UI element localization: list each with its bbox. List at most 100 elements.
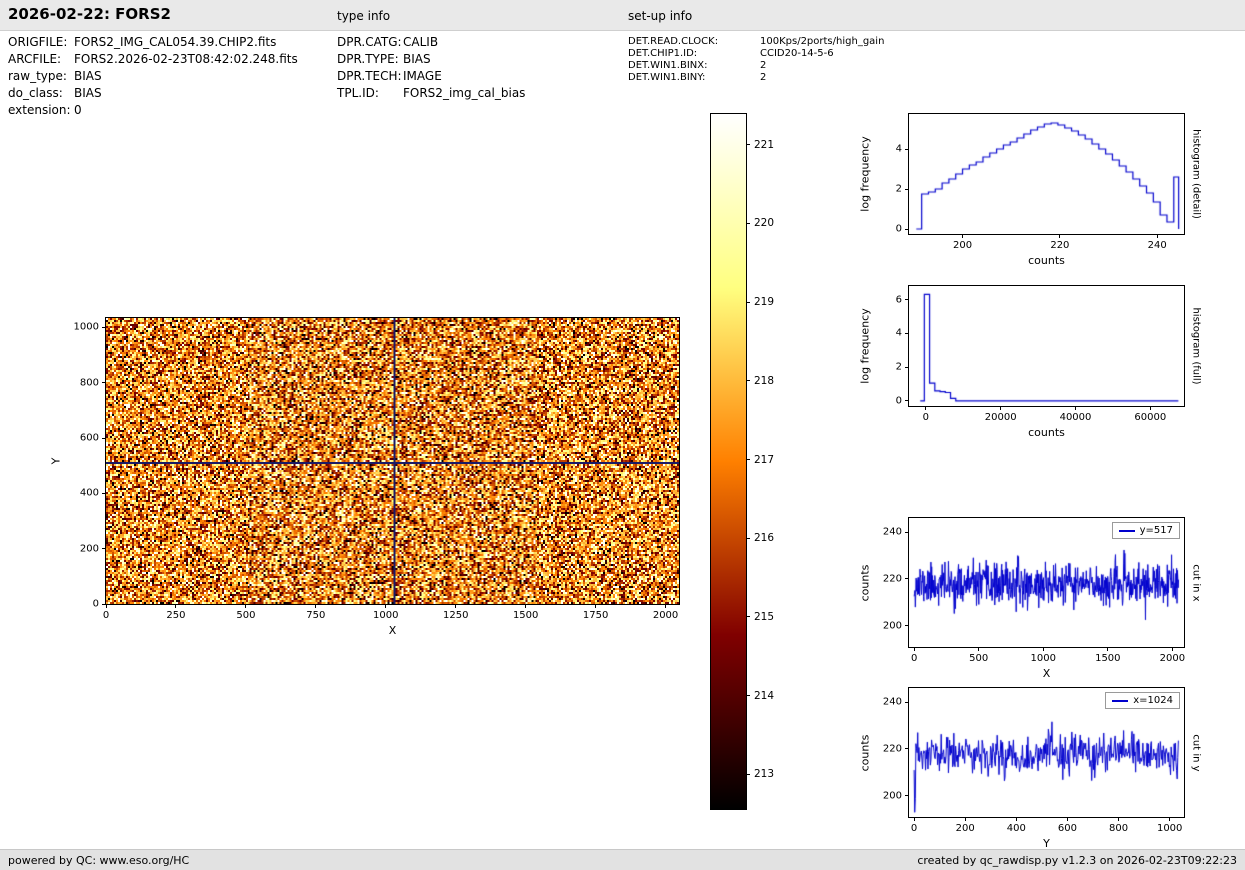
- meta-label: do_class:: [8, 86, 63, 100]
- meta-row: raw_type: BIAS: [8, 68, 298, 85]
- setup-info-column: DET.READ.CLOCK: 100Kps/2ports/high_gain …: [628, 36, 884, 84]
- meta-value: CCID20-14-5-6: [760, 48, 834, 59]
- colorbar-tick-mark: [746, 380, 750, 382]
- cut-in-x-y-axis-label: counts: [858, 564, 872, 601]
- chart-canvas: [909, 286, 1184, 406]
- meta-value: CALIB: [403, 35, 439, 49]
- x-tick-label: 220: [1050, 240, 1070, 251]
- meta-label: ARCFILE:: [8, 52, 62, 66]
- tick-mark: [1149, 406, 1151, 410]
- tick-mark: [905, 332, 909, 334]
- colorbar-tick-label: 219: [754, 296, 775, 309]
- bias-image-plot: X Y 0 250 500 750 1000 1250 1500 1750 2000 0 200 40…: [50, 317, 680, 637]
- tick-mark: [1169, 817, 1171, 821]
- chart-canvas: [909, 114, 1184, 234]
- tick-mark: [905, 578, 909, 580]
- x-tick-label: 40000: [1059, 412, 1092, 423]
- x-tick-label: 240: [1147, 240, 1167, 251]
- tick-mark: [1066, 817, 1068, 821]
- y-tick-label: 240: [882, 526, 902, 538]
- y-tick-label: 4: [895, 143, 902, 155]
- meta-label: extension:: [8, 103, 71, 117]
- legend: x=1024: [1105, 692, 1180, 709]
- meta-label: DET.READ.CLOCK:: [628, 36, 719, 47]
- histogram-detail-y-axis-label: log frequency: [858, 136, 872, 212]
- y-tick-label: 200: [882, 620, 902, 632]
- x-tick-label: 0: [102, 610, 110, 621]
- colorbar-tick-mark: [746, 222, 750, 224]
- x-tick-label: 1500: [1095, 653, 1121, 664]
- bias-image-x-axis-label: X: [388, 624, 397, 637]
- bias-image-y-axis-label: Y: [49, 457, 63, 465]
- meta-value: 2: [760, 72, 767, 83]
- histogram-full-side-label: histogram (full): [1190, 307, 1202, 385]
- meta-label: DPR.TYPE:: [337, 52, 399, 66]
- meta-label: raw_type:: [8, 69, 67, 83]
- tick-mark: [102, 326, 106, 328]
- tick-mark: [978, 647, 980, 651]
- meta-value: BIAS: [74, 86, 102, 100]
- histogram-full-plot: counts log frequency histogram (full) 0 2…: [859, 285, 1202, 439]
- x-tick-label: 400: [1006, 823, 1026, 834]
- tick-mark: [913, 647, 915, 651]
- tick-mark: [665, 604, 667, 608]
- meta-value: FORS2_img_cal_bias: [403, 86, 526, 100]
- x-tick-label: 1750: [582, 610, 609, 621]
- cut-in-x-x-axis-label: X: [1042, 667, 1051, 680]
- tick-mark: [1059, 234, 1061, 238]
- meta-label: DET.WIN1.BINY:: [628, 72, 706, 83]
- meta-row: do_class: BIAS: [8, 85, 298, 102]
- colorbar-tick-mark: [746, 144, 750, 146]
- cut-in-x-side-label: cut in x: [1190, 563, 1202, 602]
- bias-image-canvas: [106, 318, 679, 604]
- colorbar-tick-mark: [746, 773, 750, 775]
- colorbar-tick-label: 215: [754, 610, 775, 623]
- tick-mark: [102, 437, 106, 439]
- tick-mark: [1118, 817, 1120, 821]
- meta-row: DPR.TECH: IMAGE: [337, 68, 525, 85]
- tick-mark: [905, 228, 909, 230]
- meta-value: BIAS: [403, 52, 431, 66]
- y-tick-label: 0: [895, 395, 902, 407]
- meta-row: ORIGFILE: FORS2_IMG_CAL054.39.CHIP2.fits: [8, 34, 298, 51]
- meta-row: DET.CHIP1.ID: CCID20-14-5-6: [628, 48, 884, 60]
- tick-mark: [905, 148, 909, 150]
- meta-value: FORS2.2026-02-23T08:42:02.248.fits: [74, 52, 298, 66]
- setup-info-heading: set-up info: [628, 9, 693, 23]
- footer-powered-by: powered by QC: www.eso.org/HC: [8, 854, 190, 867]
- tick-mark: [315, 604, 317, 608]
- report-title: 2026-02-22: FORS2: [8, 5, 171, 23]
- meta-row: extension: 0: [8, 102, 298, 119]
- file-info-column: ORIGFILE: FORS2_IMG_CAL054.39.CHIP2.fits…: [8, 34, 298, 119]
- y-tick-label: 2: [895, 183, 902, 195]
- y-tick-label: 0: [92, 598, 99, 610]
- colorbar-tick-mark: [746, 301, 750, 303]
- colorbar-tick-mark: [746, 616, 750, 618]
- type-info-heading: type info: [337, 9, 391, 23]
- y-tick-label: 400: [79, 487, 99, 499]
- colorbar-tick-label: 221: [754, 138, 775, 151]
- histogram-detail-plot: counts log frequency histogram (detail) …: [859, 113, 1202, 267]
- histogram-full-y-axis-label: log frequency: [858, 308, 872, 384]
- y-tick-label: 0: [895, 223, 902, 235]
- meta-value: 100Kps/2ports/high_gain: [760, 36, 885, 47]
- y-tick-label: 240: [882, 696, 902, 708]
- colorbar-tick-label: 214: [754, 689, 775, 702]
- tick-mark: [905, 531, 909, 533]
- legend-label: x=1024: [1133, 695, 1173, 706]
- tick-mark: [525, 604, 527, 608]
- x-tick-label: 800: [1109, 823, 1129, 834]
- y-tick-label: 4: [895, 327, 902, 339]
- tick-mark: [913, 817, 915, 821]
- tick-mark: [1171, 647, 1173, 651]
- footer-bar: powered by QC: www.eso.org/HC created by…: [0, 849, 1245, 870]
- colorbar-tick-label: 213: [754, 768, 775, 781]
- tick-mark: [1000, 406, 1002, 410]
- tick-mark: [102, 382, 106, 384]
- colorbar-bar: 213 214 215 216 217 218 219 220 221: [710, 113, 774, 810]
- x-tick-label: 2000: [652, 610, 679, 621]
- meta-row: DPR.TYPE: BIAS: [337, 51, 525, 68]
- legend-label: y=517: [1139, 525, 1173, 536]
- x-tick-label: 750: [306, 610, 326, 621]
- x-tick-label: 1500: [512, 610, 539, 621]
